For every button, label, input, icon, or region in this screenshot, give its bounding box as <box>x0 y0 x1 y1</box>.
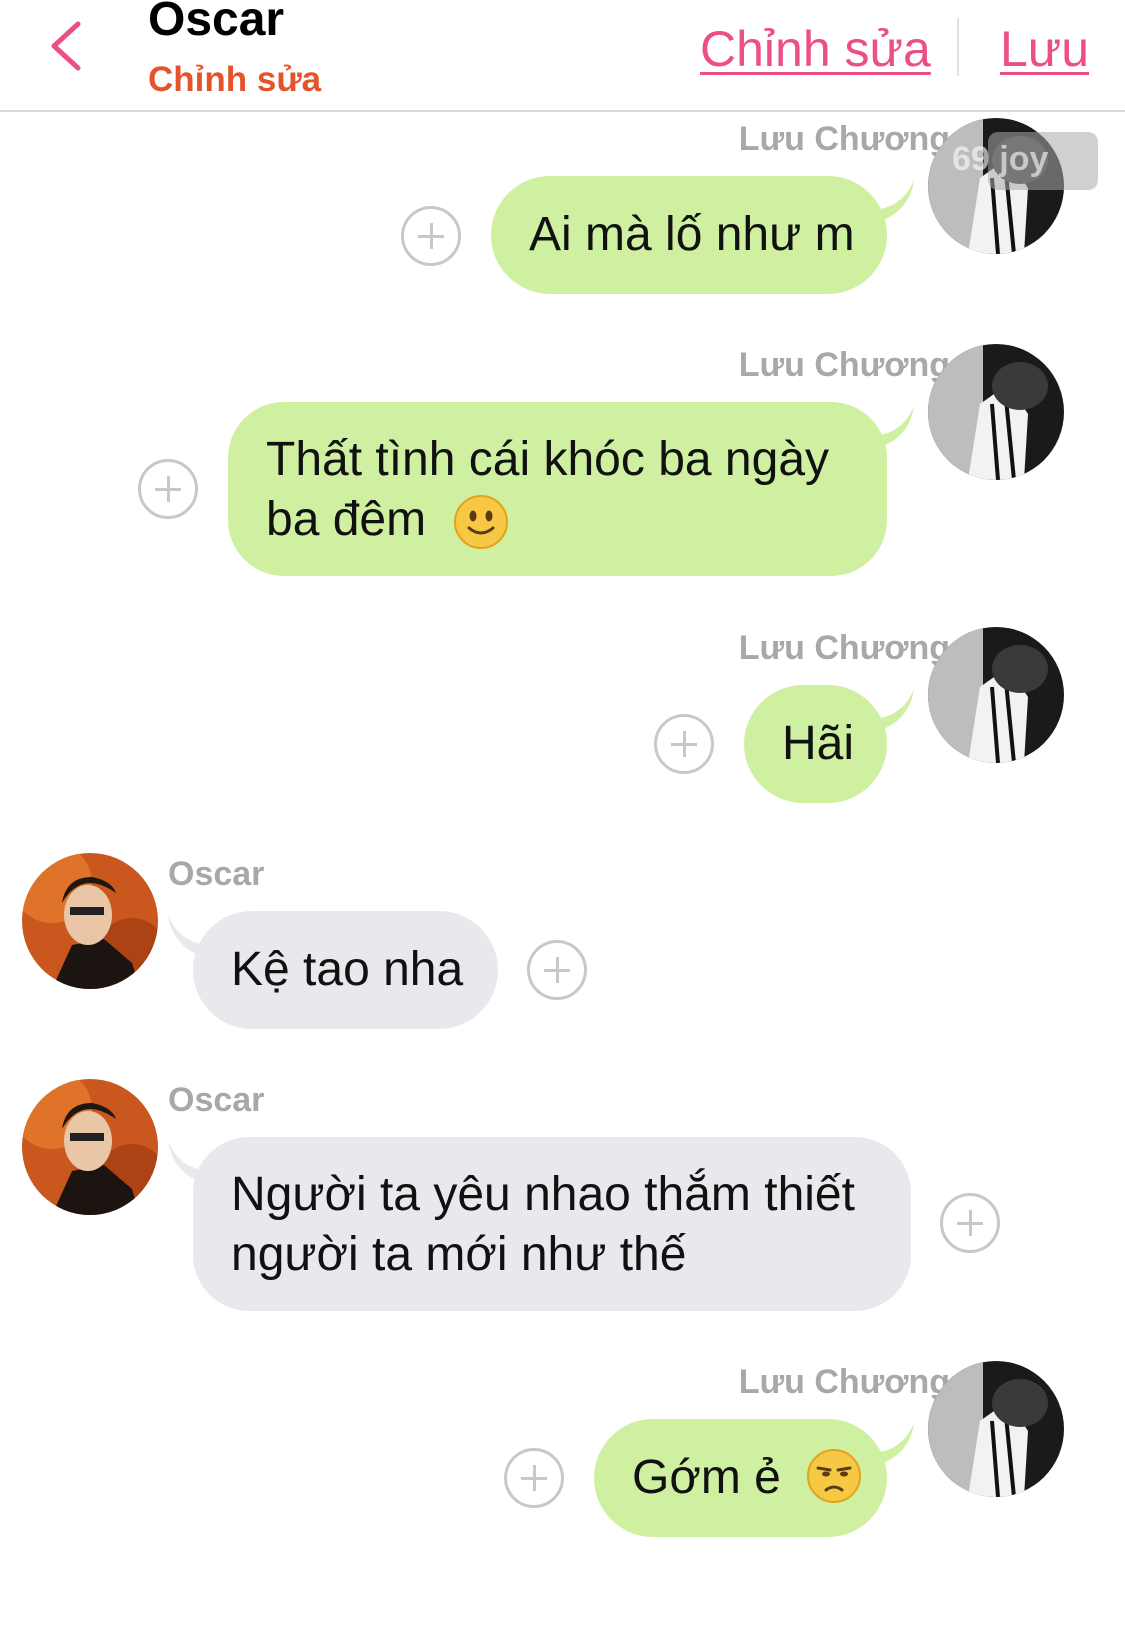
slightly-smiling-face-icon <box>454 495 509 550</box>
save-button[interactable]: Lưu <box>1000 20 1089 78</box>
add-reaction-button[interactable] <box>504 1448 564 1508</box>
edit-button[interactable]: Chỉnh sửa <box>700 20 931 78</box>
message-bubble[interactable]: Thất tình cái khóc ba ngày ba đêm <box>228 402 887 576</box>
message-text-line: người ta mới như thế <box>231 1228 687 1281</box>
message-text: ba đêm <box>266 493 427 546</box>
watermark: 69 joy <box>952 140 1049 178</box>
message-text-line: Thất tình cái khóc ba ngày <box>266 433 830 486</box>
sender-name: Lưu Chương <box>738 629 950 667</box>
sender-name: Oscar <box>168 855 265 893</box>
sender-name: Lưu Chương <box>738 346 950 384</box>
sender-name: Lưu Chương <box>738 1363 950 1401</box>
avatar[interactable] <box>928 1361 1064 1497</box>
message-bubble[interactable]: Ai mà lố như m <box>491 176 887 294</box>
message-bubble[interactable]: Gớm ẻ <box>594 1419 887 1537</box>
add-reaction-button[interactable] <box>138 459 198 519</box>
add-reaction-button[interactable] <box>527 940 587 1000</box>
sender-name: Lưu Chương <box>738 120 950 158</box>
message-text: Kệ tao nha <box>231 943 464 996</box>
message-text: Hãi <box>782 717 855 770</box>
message-text: Ai mà lố như m <box>529 208 855 261</box>
message-text: Gớm ẻ <box>632 1451 781 1504</box>
message-text-line: ba đêm <box>266 490 887 550</box>
message-bubble[interactable]: Hãi <box>744 685 887 803</box>
avatar[interactable] <box>22 1079 158 1215</box>
message-bubble[interactable]: Người ta yêu nhao thắm thiết người ta mớ… <box>193 1137 911 1311</box>
message-text-line: Người ta yêu nhao thắm thiết <box>231 1168 855 1221</box>
chat-subtitle: Chỉnh sửa <box>148 60 322 99</box>
unamused-face-icon <box>807 1449 862 1504</box>
avatar[interactable] <box>928 627 1064 763</box>
avatar[interactable] <box>22 853 158 989</box>
chevron-left-icon[interactable] <box>44 18 94 78</box>
add-reaction-button[interactable] <box>940 1193 1000 1253</box>
message-bubble[interactable]: Kệ tao nha <box>193 911 498 1029</box>
chat-header: Oscar Chỉnh sửa Chỉnh sửa Lưu <box>0 0 1125 112</box>
chat-title: Oscar <box>148 0 285 46</box>
add-reaction-button[interactable] <box>401 206 461 266</box>
avatar[interactable] <box>928 344 1064 480</box>
add-reaction-button[interactable] <box>654 714 714 774</box>
sender-name: Oscar <box>168 1081 265 1119</box>
divider <box>957 18 959 76</box>
